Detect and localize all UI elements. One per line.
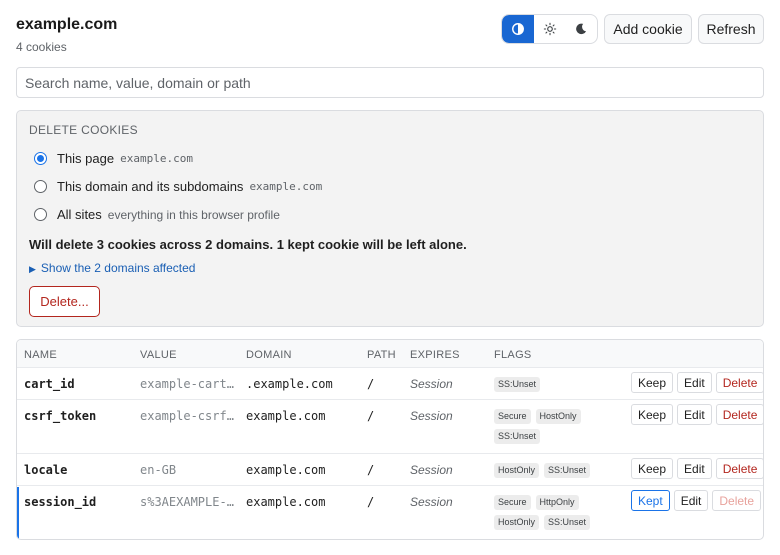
table-row: csrf_token example-csrf… example.com / S… — [17, 401, 763, 454]
column-header-name: NAME — [24, 349, 57, 361]
option-detail: example.com — [120, 152, 193, 165]
delete-summary: Will delete 3 cookies across 2 domains. … — [29, 237, 467, 252]
cookie-name: csrf_token — [24, 409, 97, 423]
scope-option-all-sites[interactable]: All sites everything in this browser pro… — [34, 207, 280, 222]
cookie-value: en-GB — [140, 463, 177, 477]
edit-button[interactable]: Edit — [677, 372, 712, 393]
delete-row-button: Delete — [712, 490, 762, 511]
flag-badge: HttpOnly — [535, 495, 579, 510]
column-header-path: PATH — [367, 349, 396, 361]
option-detail: everything in this browser profile — [107, 207, 280, 222]
cookie-name: cart_id — [24, 377, 75, 391]
cookie-name: session_id — [24, 495, 97, 509]
flag-badge: SS:Unset — [494, 377, 541, 392]
cookie-path: / — [367, 409, 375, 423]
row-actions: Kept Edit Delete — [631, 490, 762, 511]
scope-option-page[interactable]: This page example.com — [34, 151, 193, 166]
cookie-count: 4 cookies — [16, 40, 67, 54]
panel-heading: DELETE COOKIES — [29, 123, 138, 137]
edit-button[interactable]: Edit — [677, 458, 712, 479]
theme-dark-button[interactable] — [565, 15, 597, 43]
cookie-expires: Session — [410, 495, 453, 509]
delete-cookies-panel: DELETE COOKIES This page example.com Thi… — [16, 110, 764, 327]
flag-badge: SS:Unset — [544, 515, 591, 530]
cookie-path: / — [367, 377, 375, 391]
cookie-name: locale — [24, 463, 68, 477]
edit-button[interactable]: Edit — [673, 490, 709, 511]
table-row: cart_id example-cart… .example.com / Ses… — [17, 369, 763, 400]
disclosure-triangle-icon: ▶ — [29, 264, 36, 274]
cookie-value: example-cart… — [140, 377, 234, 391]
row-actions: Keep Edit Delete — [631, 372, 763, 393]
option-label: All sites — [57, 207, 102, 222]
cookie-domain: example.com — [246, 495, 326, 509]
cookie-domain: example.com — [246, 463, 326, 477]
add-cookie-button[interactable]: Add cookie — [604, 14, 692, 44]
radio-button[interactable] — [34, 152, 47, 165]
cookie-path: / — [367, 463, 375, 477]
flag-badge: HostOnly — [535, 409, 581, 424]
cookie-expires: Session — [410, 409, 453, 423]
option-label: This domain and its subdomains — [57, 179, 244, 194]
scope-option-domain[interactable]: This domain and its subdomains example.c… — [34, 179, 322, 194]
show-domains-toggle[interactable]: ▶ Show the 2 domains affected — [29, 261, 195, 275]
search-input[interactable] — [16, 67, 764, 98]
cookie-domain: example.com — [246, 409, 326, 423]
cookie-flags: HostOnly SS:Unset — [494, 463, 624, 478]
flag-badge: Secure — [494, 495, 531, 510]
edit-button[interactable]: Edit — [677, 404, 712, 425]
table-row: locale en-GB example.com / Session HostO… — [17, 455, 763, 486]
contrast-icon — [511, 23, 524, 35]
row-actions: Keep Edit Delete — [631, 404, 763, 425]
cookie-table: NAME VALUE DOMAIN PATH EXPIRES FLAGS car… — [16, 339, 764, 540]
delete-row-button[interactable]: Delete — [715, 404, 763, 425]
theme-toggle — [501, 14, 598, 44]
radio-button[interactable] — [34, 180, 47, 193]
flag-badge: HostOnly — [494, 515, 540, 530]
table-header: NAME VALUE DOMAIN PATH EXPIRES FLAGS — [17, 340, 763, 368]
keep-button[interactable]: Keep — [631, 404, 674, 425]
sun-icon — [543, 22, 556, 36]
theme-light-button[interactable] — [534, 15, 566, 43]
keep-button[interactable]: Keep — [631, 458, 674, 479]
theme-contrast-button[interactable] — [502, 15, 534, 43]
option-label: This page — [57, 151, 115, 166]
cookie-path: / — [367, 495, 375, 509]
refresh-button[interactable]: Refresh — [698, 14, 764, 44]
delete-button[interactable]: Delete... — [29, 286, 100, 317]
cookie-flags: Secure HostOnly SS:Unset — [494, 409, 624, 444]
flag-badge: Secure — [494, 409, 531, 424]
flag-badge: SS:Unset — [544, 463, 591, 478]
details-label: Show the 2 domains affected — [40, 261, 196, 275]
keep-button[interactable]: Keep — [631, 372, 674, 393]
cookie-flags: Secure HttpOnly HostOnly SS:Unset — [494, 495, 624, 530]
flag-badge: HostOnly — [494, 463, 540, 478]
column-header-expires: EXPIRES — [410, 349, 460, 361]
option-detail: example.com — [249, 180, 323, 193]
cookie-expires: Session — [410, 377, 453, 391]
cookie-flags: SS:Unset — [494, 377, 624, 392]
radio-button[interactable] — [34, 208, 47, 221]
delete-row-button[interactable]: Delete — [715, 372, 763, 393]
delete-row-button[interactable]: Delete — [715, 458, 763, 479]
cookie-value: example-csrf… — [140, 409, 234, 423]
cookie-value: s%3AEXAMPLE-… — [140, 495, 234, 509]
kept-button[interactable]: Kept — [631, 490, 670, 511]
site-title: example.com — [16, 16, 118, 33]
column-header-value: VALUE — [140, 349, 177, 361]
flag-badge: SS:Unset — [494, 429, 541, 444]
cookie-domain: .example.com — [246, 377, 333, 391]
column-header-flags: FLAGS — [494, 349, 532, 361]
column-header-domain: DOMAIN — [246, 349, 292, 361]
cookie-expires: Session — [410, 463, 453, 477]
row-actions: Keep Edit Delete — [631, 458, 763, 479]
table-row: session_id s%3AEXAMPLE-… example.com / S… — [17, 487, 763, 539]
moon-icon — [576, 23, 587, 35]
